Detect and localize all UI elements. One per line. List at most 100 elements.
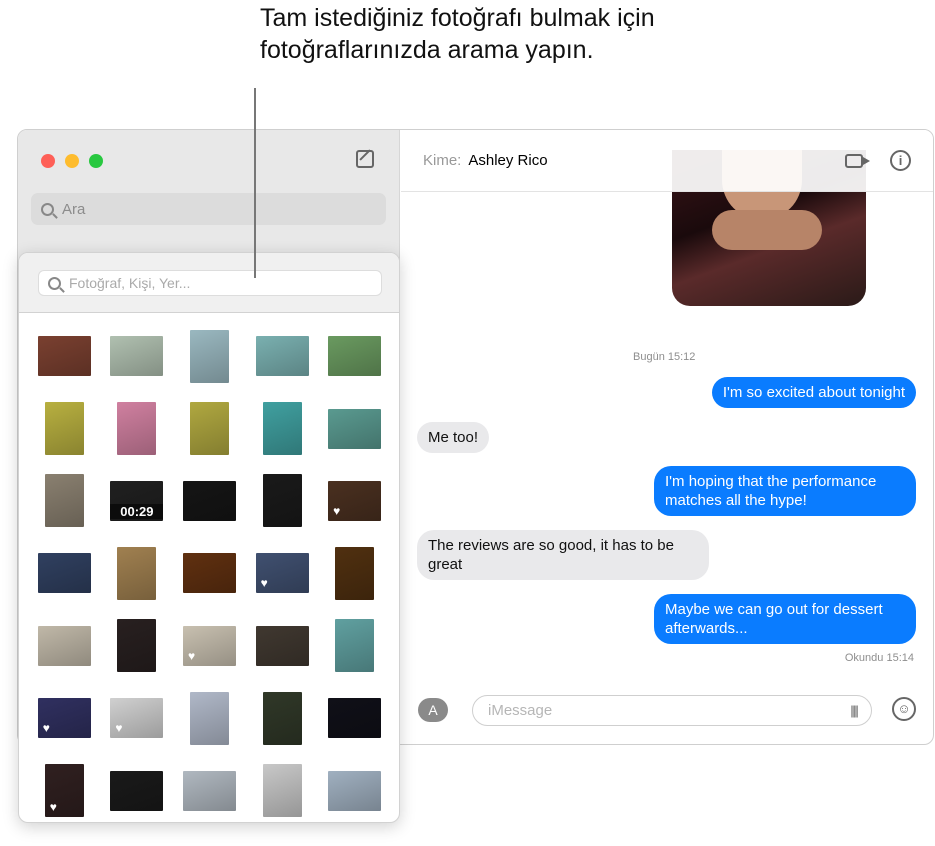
sidebar-search-input[interactable]: Ara — [31, 193, 386, 225]
photo-cell — [246, 320, 319, 392]
photo-cell — [101, 320, 174, 392]
message-placeholder: iMessage — [488, 702, 552, 719]
photo-cell — [173, 465, 246, 537]
video-call-icon[interactable] — [845, 154, 863, 168]
photo-thumbnail[interactable] — [117, 402, 156, 455]
video-duration: 00:29 — [110, 504, 163, 519]
photo-thumbnail[interactable]: 00:29 — [110, 481, 163, 521]
photo-thumbnail[interactable] — [190, 330, 229, 383]
photo-thumbnail[interactable] — [190, 402, 229, 455]
photo-thumbnail[interactable] — [335, 619, 374, 672]
close-button[interactable] — [41, 154, 55, 168]
photo-grid: 00:29 ♥ ♥ ♥ ♥ ♥ ♥ — [19, 313, 399, 823]
photo-thumbnail[interactable] — [45, 402, 84, 455]
photo-thumbnail[interactable]: ♥ — [110, 698, 163, 738]
photo-cell — [318, 537, 391, 609]
audio-waveform-icon[interactable]: ||||| — [850, 703, 857, 718]
message-bubble[interactable]: Maybe we can go out for dessert afterwar… — [654, 594, 916, 644]
photo-cell — [246, 754, 319, 823]
photo-thumbnail[interactable] — [110, 336, 163, 376]
photo-thumbnail[interactable] — [328, 771, 381, 811]
photo-cell: 00:29 — [101, 465, 174, 537]
favorite-heart-icon: ♥ — [115, 721, 122, 735]
photo-cell — [101, 537, 174, 609]
photo-thumbnail[interactable] — [328, 409, 381, 449]
to-label: Kime: — [423, 152, 461, 169]
photo-cell — [28, 610, 101, 682]
photo-thumbnail[interactable] — [183, 481, 236, 521]
info-icon[interactable]: i — [890, 150, 911, 171]
photo-cell — [28, 392, 101, 464]
favorite-heart-icon: ♥ — [261, 576, 268, 590]
photo-cell — [101, 610, 174, 682]
photo-thumbnail[interactable]: ♥ — [45, 764, 84, 817]
read-receipt: Okundu 15:14 — [845, 652, 914, 664]
photo-cell: ♥ — [28, 754, 101, 823]
photo-cell — [173, 682, 246, 754]
photo-cell — [173, 754, 246, 823]
search-placeholder: Ara — [62, 201, 85, 218]
photo-cell — [28, 465, 101, 537]
photo-cell — [246, 465, 319, 537]
favorite-heart-icon: ♥ — [188, 649, 195, 663]
photos-search-input[interactable]: Fotoğraf, Kişi, Yer... — [39, 271, 381, 295]
photo-thumbnail[interactable] — [183, 553, 236, 593]
recipient-name[interactable]: Ashley Rico — [468, 152, 547, 169]
search-icon — [41, 203, 54, 216]
photo-thumbnail[interactable]: ♥ — [328, 481, 381, 521]
favorite-heart-icon: ♥ — [50, 800, 57, 814]
zoom-button[interactable] — [89, 154, 103, 168]
photo-thumbnail[interactable] — [38, 626, 91, 666]
photo-thumbnail[interactable]: ♥ — [256, 553, 309, 593]
photo-thumbnail[interactable] — [190, 692, 229, 745]
photo-cell — [246, 392, 319, 464]
photo-cell: ♥ — [173, 610, 246, 682]
photo-thumbnail[interactable] — [117, 547, 156, 600]
photo-cell — [101, 392, 174, 464]
photo-thumbnail[interactable] — [110, 771, 163, 811]
photo-thumbnail[interactable]: ♥ — [183, 626, 236, 666]
callout-line — [254, 88, 256, 278]
photo-cell — [318, 682, 391, 754]
photo-thumbnail[interactable] — [335, 547, 374, 600]
photos-search-placeholder: Fotoğraf, Kişi, Yer... — [69, 275, 190, 291]
favorite-heart-icon: ♥ — [43, 721, 50, 735]
message-input[interactable]: iMessage ||||| — [472, 695, 872, 726]
message-bubble[interactable]: The reviews are so good, it has to be gr… — [417, 530, 709, 580]
photo-cell: ♥ — [101, 682, 174, 754]
photo-cell: ♥ — [28, 682, 101, 754]
minimize-button[interactable] — [65, 154, 79, 168]
photo-thumbnail[interactable] — [45, 474, 84, 527]
photo-cell — [318, 320, 391, 392]
compose-icon[interactable] — [356, 150, 374, 168]
message-bubble[interactable]: I'm so excited about tonight — [712, 377, 916, 408]
photo-thumbnail[interactable] — [263, 764, 302, 817]
photo-thumbnail[interactable] — [38, 336, 91, 376]
date-stamp: Bugün 15:12 — [633, 351, 695, 363]
photo-cell — [246, 682, 319, 754]
photo-thumbnail[interactable] — [263, 474, 302, 527]
photo-cell — [318, 392, 391, 464]
photo-thumbnail[interactable] — [328, 336, 381, 376]
emoji-icon[interactable]: ☺ — [892, 697, 916, 721]
photo-thumbnail[interactable] — [256, 336, 309, 376]
favorite-heart-icon: ♥ — [333, 504, 340, 518]
photo-thumbnail[interactable] — [117, 619, 156, 672]
search-icon — [48, 277, 61, 290]
photo-cell — [28, 320, 101, 392]
photo-thumbnail[interactable] — [256, 626, 309, 666]
photo-thumbnail[interactable] — [328, 698, 381, 738]
photo-thumbnail[interactable] — [38, 553, 91, 593]
window-controls — [41, 154, 103, 168]
photo-cell — [101, 754, 174, 823]
photo-thumbnail[interactable] — [263, 692, 302, 745]
app-store-icon[interactable]: A — [418, 698, 448, 722]
photo-thumbnail[interactable]: ♥ — [38, 698, 91, 738]
photo-thumbnail[interactable] — [183, 771, 236, 811]
message-bubble[interactable]: Me too! — [417, 422, 489, 453]
message-bubble[interactable]: I'm hoping that the performance matches … — [654, 466, 916, 516]
photos-picker-popover: Fotoğraf, Kişi, Yer... 00:29 ♥ ♥ ♥ ♥ ♥ ♥ — [18, 252, 400, 823]
photo-thumbnail[interactable] — [263, 402, 302, 455]
photo-cell: ♥ — [246, 537, 319, 609]
photo-cell: ♥ — [318, 465, 391, 537]
